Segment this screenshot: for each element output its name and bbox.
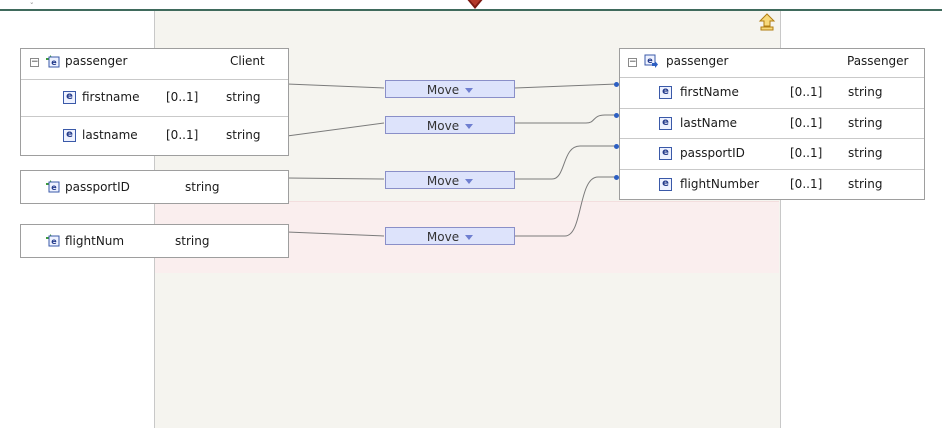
wire-passport-out: [515, 145, 617, 180]
collapse-toggle[interactable]: −: [30, 58, 39, 67]
flightnum-row: flightNum string: [65, 232, 265, 250]
row-divider: [620, 138, 924, 139]
complex-element-icon: e: [644, 54, 658, 68]
field-cardinality: [0..1]: [790, 177, 823, 191]
field-type: string: [226, 128, 261, 142]
source-passenger-group[interactable]: − e passenger Client e firstname [0..1] …: [20, 48, 289, 156]
target-group-header[interactable]: passenger Passenger: [666, 52, 922, 70]
field-name: firstName: [680, 85, 739, 99]
target-field-lastname[interactable]: e lastName [0..1] string: [659, 114, 919, 132]
field-name: lastName: [680, 116, 738, 130]
dropdown-arrow-icon[interactable]: [465, 179, 474, 184]
source-element-icon: e: [46, 180, 60, 193]
wire-passport-in: [286, 177, 385, 180]
wire-firstname-in: [286, 83, 385, 89]
field-name: flightNumber: [680, 177, 760, 191]
move-label: Move: [426, 119, 460, 133]
element-icon: e: [659, 117, 672, 130]
svg-text:e: e: [51, 58, 57, 67]
dropdown-arrow-icon[interactable]: [465, 88, 474, 93]
field-cardinality: [0..1]: [790, 146, 823, 160]
target-field-flightnumber[interactable]: e flightNumber [0..1] string: [659, 175, 919, 193]
element-icon: e: [659, 147, 672, 160]
move-label: Move: [426, 83, 460, 97]
connection-anchor[interactable]: [614, 113, 619, 118]
source-field-firstname[interactable]: e firstname [0..1] string: [63, 88, 285, 106]
move-transform-firstname[interactable]: Move: [385, 80, 515, 98]
element-icon: e: [63, 91, 76, 104]
field-cardinality: [0..1]: [166, 128, 199, 142]
svg-text:e: e: [51, 237, 57, 246]
field-type: string: [226, 90, 261, 104]
source-element-icon: e: [46, 55, 60, 68]
connection-anchor[interactable]: [614, 82, 619, 87]
field-cardinality: [0..1]: [790, 85, 823, 99]
move-label: Move: [426, 230, 460, 244]
target-group-type: Passenger: [847, 54, 909, 68]
field-cardinality: [0..1]: [790, 116, 823, 130]
row-divider: [21, 116, 288, 117]
source-group-header[interactable]: passenger Client: [65, 52, 285, 70]
dropdown-arrow-icon[interactable]: [465, 235, 474, 240]
svg-text:e: e: [51, 183, 57, 192]
field-name: flightNum: [65, 234, 125, 248]
move-transform-passportid[interactable]: Move: [385, 171, 515, 189]
wire-firstname-out: [514, 83, 618, 89]
connection-anchor[interactable]: [614, 144, 619, 149]
source-field-lastname[interactable]: e lastname [0..1] string: [63, 126, 285, 144]
wire-lastname-out: [515, 114, 617, 124]
field-name: passportID: [65, 180, 130, 194]
field-type: string: [848, 85, 883, 99]
source-group-name: passenger: [65, 54, 128, 68]
move-transform-flightnum[interactable]: Move: [385, 227, 515, 245]
field-cardinality: [0..1]: [166, 90, 199, 104]
collapse-toggle[interactable]: −: [628, 58, 637, 67]
field-type: string: [848, 177, 883, 191]
row-divider: [620, 77, 924, 78]
row-divider: [620, 169, 924, 170]
element-icon: e: [63, 129, 76, 142]
wire-flight-in: [286, 231, 385, 237]
move-transform-lastname[interactable]: Move: [385, 116, 515, 134]
target-passenger-group[interactable]: − e passenger Passenger e firstName [0..…: [619, 48, 925, 200]
field-type: string: [175, 234, 210, 248]
target-field-passportid[interactable]: e passportID [0..1] string: [659, 144, 919, 162]
field-name: lastname: [82, 128, 138, 142]
connection-anchor[interactable]: [614, 175, 619, 180]
source-passportid[interactable]: e passportID string: [20, 170, 289, 204]
source-flightnum[interactable]: e flightNum string: [20, 224, 289, 258]
source-group-type: Client: [230, 54, 265, 68]
element-icon: e: [659, 86, 672, 99]
field-name: firstname: [82, 90, 140, 104]
move-label: Move: [426, 174, 460, 188]
wire-lastname-in: [286, 122, 385, 137]
field-type: string: [185, 180, 220, 194]
field-type: string: [848, 116, 883, 130]
target-field-firstname[interactable]: e firstName [0..1] string: [659, 83, 919, 101]
row-divider: [21, 79, 288, 80]
target-group-name: passenger: [666, 54, 729, 68]
source-element-icon: e: [46, 234, 60, 247]
row-divider: [620, 108, 924, 109]
field-name: passportID: [680, 146, 745, 160]
wire-flight-out: [515, 176, 617, 237]
passportid-row: passportID string: [65, 178, 265, 196]
field-type: string: [848, 146, 883, 160]
dropdown-arrow-icon[interactable]: [465, 124, 474, 129]
element-icon: e: [659, 178, 672, 191]
